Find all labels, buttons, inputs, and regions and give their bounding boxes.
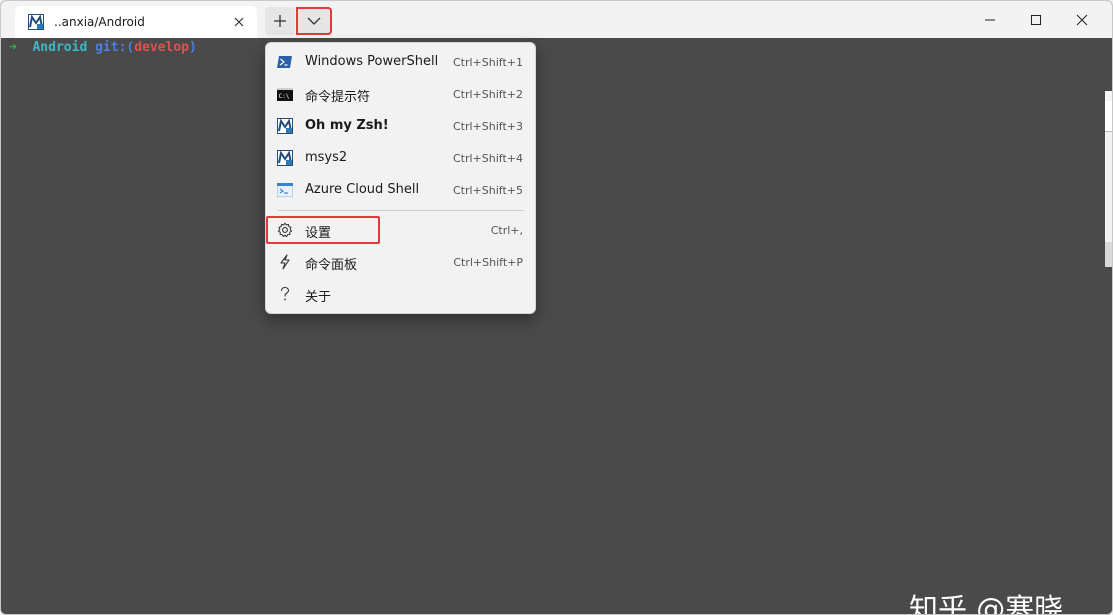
menu-item-shortcut: Ctrl+Shift+4 <box>452 152 523 165</box>
menu-item-windows-powershell[interactable]: Windows PowerShell Ctrl+Shift+1 <box>266 46 535 78</box>
powershell-icon <box>277 54 293 70</box>
prompt-git-close: ) <box>189 40 197 55</box>
watermark: 知乎 @寒晓 <box>909 592 1064 615</box>
new-tab-dropdown-button[interactable] <box>296 7 332 35</box>
plus-icon <box>274 15 286 27</box>
svg-text:C:\: C:\ <box>279 93 290 100</box>
menu-item-shortcut: Ctrl+Shift+1 <box>452 56 523 69</box>
menu-item-label: 命令面板 <box>305 258 358 273</box>
menu-item-label: 关于 <box>305 290 332 305</box>
lightning-icon <box>277 254 293 270</box>
cmd-icon: C:\ <box>277 86 293 102</box>
menu-item-shortcut: Ctrl+Shift+P <box>453 256 523 269</box>
menu-item-shortcut: Ctrl+, <box>490 224 523 237</box>
question-icon <box>277 286 293 302</box>
prompt-git: git:( <box>95 40 135 55</box>
menu-item-label: 命令提示符 <box>305 90 371 105</box>
close-tab-icon[interactable] <box>229 12 249 32</box>
title-bar[interactable]: ..anxia/Android <box>1 1 1112 38</box>
tab-android[interactable]: ..anxia/Android <box>15 6 257 38</box>
chevron-down-icon <box>307 17 321 25</box>
menu-item-shortcut: Ctrl+Shift+5 <box>452 184 523 197</box>
msys-icon <box>277 150 293 166</box>
menu-separator <box>278 210 524 211</box>
menu-item-label: 设置 <box>305 226 332 241</box>
menu-item-command-palette[interactable]: 命令面板 Ctrl+Shift+P <box>266 246 535 278</box>
close-window-button[interactable] <box>1059 1 1105 38</box>
shell-prompt: ➜ Android git:(develop) <box>9 40 197 55</box>
minimize-icon <box>985 19 995 20</box>
menu-item-shortcut: Ctrl+Shift+3 <box>452 120 523 133</box>
menu-item-msys2[interactable]: msys2 Ctrl+Shift+4 <box>266 142 535 174</box>
maximize-button[interactable] <box>1013 1 1059 38</box>
terminal-pane[interactable]: ➜ Android git:(develop) 知乎 @寒晓 <box>1 38 1112 614</box>
menu-item-label: msys2 <box>305 150 348 165</box>
msys-icon <box>277 118 293 134</box>
menu-item-oh-my-zsh[interactable]: Oh my Zsh! Ctrl+Shift+3 <box>266 110 535 142</box>
prompt-branch: develop <box>134 40 190 55</box>
tab-title: ..anxia/Android <box>54 15 145 29</box>
new-tab-button[interactable] <box>265 7 295 35</box>
menu-item-shortcut: Ctrl+Shift+2 <box>452 88 523 101</box>
menu-item-command-prompt[interactable]: C:\ 命令提示符 Ctrl+Shift+2 <box>266 78 535 110</box>
menu-item-azure-cloud-shell[interactable]: Azure Cloud Shell Ctrl+Shift+5 <box>266 174 535 206</box>
maximize-icon <box>1031 14 1041 25</box>
gear-icon <box>277 222 293 238</box>
background-window-edge <box>1105 91 1112 291</box>
menu-item-label: Windows PowerShell <box>305 54 439 69</box>
prompt-arrow: ➜ <box>9 40 17 55</box>
close-icon <box>1076 14 1088 25</box>
new-tab-dropdown-menu: Windows PowerShell Ctrl+Shift+1 C:\ 命令提示… <box>265 42 536 314</box>
minimize-button[interactable] <box>967 1 1013 38</box>
terminal-window: ..anxia/Android ➜ Android git:(develop) … <box>0 0 1113 615</box>
msys-icon <box>28 14 44 30</box>
menu-item-about[interactable]: 关于 <box>266 278 535 310</box>
azure-icon <box>277 182 293 198</box>
menu-item-label: Oh my Zsh! <box>305 118 389 133</box>
menu-item-settings[interactable]: 设置 Ctrl+, <box>266 214 535 246</box>
menu-item-label: Azure Cloud Shell <box>305 182 420 197</box>
prompt-directory: Android <box>32 40 88 55</box>
